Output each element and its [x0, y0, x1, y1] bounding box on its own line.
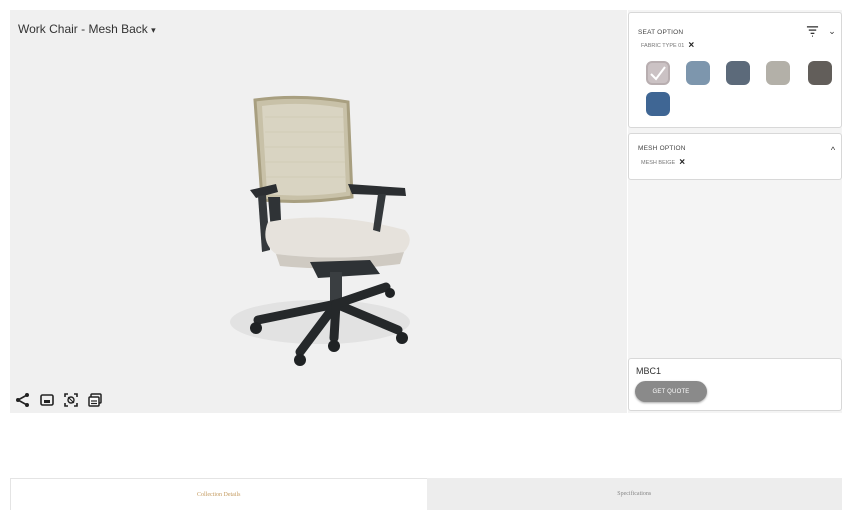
color-swatch[interactable] [686, 61, 710, 85]
image-icon[interactable] [38, 391, 55, 408]
mesh-option-chip-label: MESH BEIGE [641, 160, 676, 166]
options-panel: SEAT OPTION FABRIC TYPE 01 × ⌄ MESH OPTI… [628, 10, 842, 413]
chair-model[interactable] [210, 92, 425, 382]
filter-icon[interactable] [805, 24, 819, 38]
color-swatch[interactable] [808, 61, 832, 85]
color-swatch[interactable] [766, 61, 790, 85]
viewer-toolbar [14, 391, 103, 408]
chevron-up-icon[interactable]: ^ [828, 144, 838, 156]
seat-option-chip: FABRIC TYPE 01 × [641, 41, 694, 51]
share-icon[interactable] [14, 391, 31, 408]
tab-specifications[interactable]: Specifications [426, 478, 842, 510]
seat-option-card: SEAT OPTION FABRIC TYPE 01 × ⌄ [628, 12, 842, 128]
mesh-option-title: MESH OPTION [638, 145, 686, 152]
mesh-option-chip: MESH BEIGE × [641, 158, 685, 168]
product-title-dropdown[interactable]: Work Chair - Mesh Back ▾ [18, 22, 156, 36]
product-title-text: Work Chair - Mesh Back [18, 22, 148, 36]
gallery-icon[interactable] [86, 391, 103, 408]
color-swatch[interactable] [646, 61, 670, 85]
ar-scan-icon[interactable] [62, 391, 79, 408]
get-quote-button[interactable]: GET QUOTE [635, 381, 707, 402]
tab-collection-details[interactable]: Collection Details [10, 478, 427, 510]
remove-chip-icon[interactable]: × [688, 41, 694, 51]
chevron-down-icon: ▾ [151, 25, 156, 35]
color-swatch[interactable] [726, 61, 750, 85]
seat-option-title: SEAT OPTION [638, 29, 684, 36]
check-icon [650, 66, 666, 81]
seat-option-chip-label: FABRIC TYPE 01 [641, 43, 685, 49]
product-viewer[interactable]: Work Chair - Mesh Back ▾ [10, 10, 627, 413]
mesh-option-card: MESH OPTION MESH BEIGE × ^ [628, 133, 842, 180]
remove-chip-icon[interactable]: × [679, 158, 685, 168]
quote-card: MBC1 GET QUOTE [628, 358, 842, 411]
detail-tabs: Collection Details Specifications [10, 478, 842, 510]
product-code: MBC1 [636, 366, 662, 376]
color-swatch[interactable] [646, 92, 670, 116]
chevron-down-icon[interactable]: ⌄ [827, 25, 837, 37]
